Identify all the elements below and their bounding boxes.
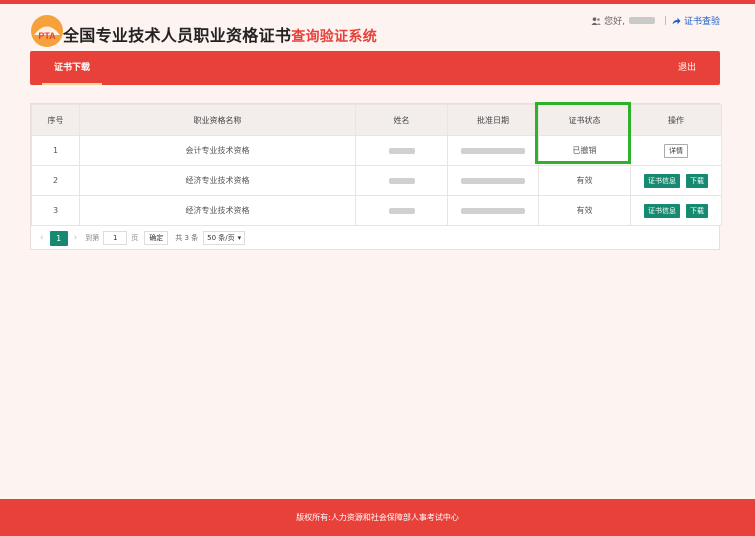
row-approval-date <box>447 195 539 226</box>
row-holder-name <box>355 195 448 226</box>
table-row: 3 经济专业技术资格 有效 证书信息 下载 <box>31 195 722 226</box>
page-size-value: 50 条/页 <box>207 234 235 242</box>
row-index: 2 <box>31 165 80 196</box>
certificate-verify-link[interactable]: 证书查验 <box>672 14 720 27</box>
download-button[interactable]: 下载 <box>686 203 708 218</box>
user-area: 您好, | 证书查验 <box>591 14 720 27</box>
certificate-table-card: 序号 职业资格名称 姓名 批准日期 证书状态 操作 1 会计专业技术资格 已撤销… <box>30 103 722 250</box>
share-arrow-icon <box>672 17 681 24</box>
next-page-chevron-icon[interactable]: › <box>74 233 78 243</box>
header-actions: 操作 <box>630 104 722 136</box>
holder-name-redacted <box>388 147 415 154</box>
tab-certificate-download[interactable]: 证书下载 <box>42 51 102 85</box>
logout-link[interactable]: 退出 <box>678 51 696 85</box>
site-title-main: 全国专业技术人员职业资格证书 <box>63 26 292 45</box>
download-button[interactable]: 下载 <box>686 173 708 188</box>
goto-page-input[interactable] <box>103 231 128 245</box>
pagination: ‹ 1 › 到第 页 确定 共 3 条 50 条/页 ▾ <box>34 230 246 246</box>
active-tab-indicator <box>42 83 102 85</box>
chevron-down-icon: ▾ <box>237 234 242 242</box>
divider: | <box>663 15 667 26</box>
pta-logo-icon: PTA <box>31 15 63 47</box>
user-icon <box>591 16 601 25</box>
row-actions: 详情 <box>630 135 722 166</box>
table-header-row: 序号 职业资格名称 姓名 批准日期 证书状态 操作 <box>31 104 722 136</box>
current-page-button[interactable]: 1 <box>49 230 68 246</box>
table-row: 2 经济专业技术资格 有效 证书信息 下载 <box>31 165 722 196</box>
row-index: 1 <box>31 135 80 166</box>
site-footer: 版权所有:人力资源和社会保障部人事考试中心 <box>0 499 755 536</box>
row-holder-name <box>355 165 448 196</box>
page-unit-label: 页 <box>131 234 139 242</box>
row-status: 有效 <box>538 195 631 226</box>
site-title-accent: 查询验证系统 <box>291 29 378 45</box>
page-size-select[interactable]: 50 条/页 ▾ <box>203 231 246 245</box>
main-nav-bar: 证书下载 退出 <box>30 51 720 85</box>
row-approval-date <box>447 135 539 166</box>
row-index: 3 <box>31 195 80 226</box>
header-index: 序号 <box>31 104 80 136</box>
prev-page-chevron-icon[interactable]: ‹ <box>40 233 44 243</box>
goto-label: 到第 <box>85 234 100 242</box>
greeting-text: 您好, <box>604 17 625 27</box>
row-holder-name <box>355 135 448 166</box>
header-certificate-status: 证书状态 <box>538 104 631 136</box>
row-qualification-name: 经济专业技术资格 <box>79 195 356 226</box>
certificate-verify-label: 证书查验 <box>683 17 720 27</box>
certificate-table: 序号 职业资格名称 姓名 批准日期 证书状态 操作 1 会计专业技术资格 已撤销… <box>31 104 722 226</box>
holder-name-redacted <box>388 177 415 184</box>
certificate-info-button[interactable]: 证书信息 <box>644 173 680 188</box>
header-qualification-name: 职业资格名称 <box>79 104 356 136</box>
logo-text: PTA <box>38 31 56 41</box>
user-name-redacted <box>628 17 655 24</box>
row-status: 已撤销 <box>538 135 631 166</box>
approval-date-redacted <box>461 147 525 154</box>
site-title: 全国专业技术人员职业资格证书查询验证系统 <box>63 22 377 46</box>
row-status: 有效 <box>538 165 631 196</box>
site-header: PTA 全国专业技术人员职业资格证书查询验证系统 您好, | 证书查验 <box>0 4 755 50</box>
goto-confirm-button[interactable]: 确定 <box>144 231 169 245</box>
header-holder-name: 姓名 <box>355 104 448 136</box>
approval-date-redacted <box>461 207 525 214</box>
row-actions: 证书信息 下载 <box>630 165 722 196</box>
total-count: 共 3 条 <box>175 234 199 242</box>
row-qualification-name: 会计专业技术资格 <box>79 135 356 166</box>
details-button[interactable]: 详情 <box>664 143 688 158</box>
header-approval-date: 批准日期 <box>447 104 539 136</box>
holder-name-redacted <box>388 207 415 214</box>
row-qualification-name: 经济专业技术资格 <box>79 165 356 196</box>
copyright-text: 版权所有:人力资源和社会保障部人事考试中心 <box>296 513 459 522</box>
row-approval-date <box>447 165 539 196</box>
row-actions: 证书信息 下载 <box>630 195 722 226</box>
table-row: 1 会计专业技术资格 已撤销 详情 <box>31 135 722 166</box>
approval-date-redacted <box>461 177 525 184</box>
certificate-info-button[interactable]: 证书信息 <box>644 203 680 218</box>
